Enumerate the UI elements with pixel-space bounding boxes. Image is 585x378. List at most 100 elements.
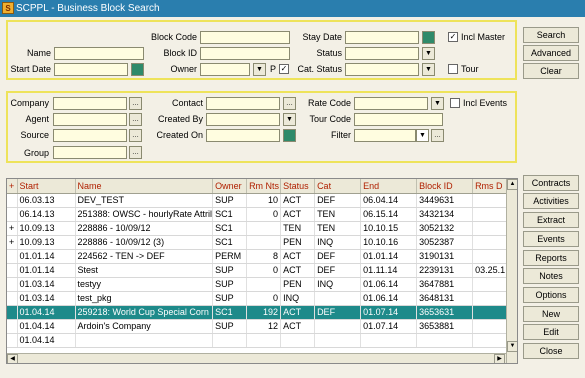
calendar-icon[interactable] xyxy=(283,129,296,142)
agent-input[interactable] xyxy=(53,113,127,126)
table-row[interactable]: +10.09.13 228886 - 10/09/12 (3) SC1 PEN INQ 1… xyxy=(7,235,509,250)
reports-button[interactable]: Reports xyxy=(523,250,579,266)
col-rm-nts[interactable]: Rm Nts xyxy=(246,179,282,194)
stay-date-input[interactable] xyxy=(345,31,419,44)
events-button[interactable]: Events xyxy=(523,231,579,247)
cell-name: 224562 - TEN -> DEF xyxy=(75,249,214,264)
col-end[interactable]: End xyxy=(360,179,418,194)
extract-button[interactable]: Extract xyxy=(523,212,579,228)
cell-start: 06.14.13 xyxy=(17,207,76,222)
cell-status: PEN xyxy=(280,277,316,292)
cell-block-id: 3432134 xyxy=(416,207,474,222)
cell-status: ACT xyxy=(280,207,316,222)
cell-name: testyy xyxy=(75,277,214,292)
cell-expand xyxy=(7,207,18,222)
col-owner[interactable]: Owner xyxy=(212,179,248,194)
col-block-id[interactable]: Block ID xyxy=(416,179,474,194)
group-input[interactable] xyxy=(53,146,127,159)
edit-button[interactable]: Edit xyxy=(523,324,579,340)
new-button[interactable]: New xyxy=(523,306,579,322)
vertical-scrollbar[interactable]: ▲ ▼ xyxy=(506,179,517,363)
stay-date-label: Stay Date xyxy=(302,32,342,42)
search-button[interactable]: Search xyxy=(523,27,579,43)
table-row[interactable]: 01.04.14 Ardoin's Company SUP 12 ACT 01.07.14… xyxy=(7,319,509,334)
cell-rms-d: 03.25.1 xyxy=(472,263,509,278)
cell-end: 06.04.14 xyxy=(360,193,418,208)
cell-block-id: 3052132 xyxy=(416,221,474,236)
col-status[interactable]: Status xyxy=(280,179,316,194)
group-label: Group xyxy=(23,148,49,158)
table-row[interactable]: 01.03.14 testyy SUP PEN INQ 01.06.14 3647881 xyxy=(7,277,509,292)
close-button[interactable]: Close xyxy=(523,343,579,359)
cell-cat: TEN xyxy=(314,221,362,236)
cell-block-id: 3190131 xyxy=(416,249,474,264)
cell-name: 228886 - 10/09/12 (3) xyxy=(75,235,214,250)
owner-input[interactable] xyxy=(200,63,250,76)
activities-button[interactable]: Activities xyxy=(523,193,579,209)
table-row[interactable]: 06.03.13 DEV_TEST SUP 10 ACT DEF 06.04.14 34496… xyxy=(7,193,509,208)
table-row[interactable]: 06.14.13 251388: OWSC - hourlyRate Attril… xyxy=(7,207,509,222)
table-row[interactable]: 01.03.14 test_pkg SUP 0 INQ 01.06.14 3648131 xyxy=(7,291,509,306)
cell-rms-d xyxy=(472,249,509,264)
cat-status-input[interactable] xyxy=(345,63,419,76)
table-row[interactable]: 01.01.14 Stest SUP 0 ACT DEF 01.11.14 2239131 03… xyxy=(7,263,509,278)
dropdown-arrow-icon[interactable]: ▼ xyxy=(422,47,435,60)
cell-owner: SUP xyxy=(212,263,248,278)
table-row[interactable]: 01.04.14 259218: World Cup Special Corn SC… xyxy=(7,305,509,320)
table-row[interactable]: 01.04.14 xyxy=(7,333,509,348)
cell-end: 01.01.14 xyxy=(360,249,418,264)
contact-input[interactable] xyxy=(206,97,280,110)
table-row[interactable]: 01.01.14 224562 - TEN -> DEF PERM 8 ACT DEF 01… xyxy=(7,249,509,264)
cell-status: PEN xyxy=(280,235,316,250)
col-rms-d[interactable]: Rms D xyxy=(472,179,509,194)
options-button[interactable]: Options xyxy=(523,287,579,303)
scroll-left-icon[interactable]: ◀ xyxy=(7,354,18,363)
cell-start: 01.04.14 xyxy=(17,333,76,348)
dropdown-arrow-icon[interactable]: ▼ xyxy=(283,113,296,126)
scroll-right-icon[interactable]: ▶ xyxy=(494,354,505,363)
created-on-input[interactable] xyxy=(206,129,280,142)
incl-events-checkbox[interactable] xyxy=(450,98,460,108)
cell-cat: TEN xyxy=(314,207,362,222)
dropdown-arrow-icon[interactable]: ▼ xyxy=(416,129,429,142)
dropdown-arrow-icon[interactable]: ▼ xyxy=(422,63,435,76)
owner-p-checkbox[interactable]: ✓ xyxy=(279,64,289,74)
source-input[interactable] xyxy=(53,129,127,142)
block-code-input[interactable] xyxy=(200,31,290,44)
clear-button[interactable]: Clear xyxy=(523,63,579,79)
dropdown-arrow-icon[interactable]: ▼ xyxy=(431,97,444,110)
ellipsis-icon[interactable]: … xyxy=(129,146,142,159)
scroll-up-icon[interactable]: ▲ xyxy=(507,179,517,190)
rate-code-input[interactable] xyxy=(354,97,428,110)
status-input[interactable] xyxy=(345,47,419,60)
block-id-input[interactable] xyxy=(200,47,290,60)
incl-master-checkbox[interactable]: ✓ xyxy=(448,32,458,42)
table-header: + Start Name Owner Rm Nts Status Cat End… xyxy=(7,179,509,194)
dropdown-arrow-icon[interactable]: ▼ xyxy=(253,63,266,76)
cell-owner: PERM xyxy=(212,249,248,264)
tour-code-input[interactable] xyxy=(354,113,443,126)
scroll-down-icon[interactable]: ▼ xyxy=(507,341,517,352)
advanced-button[interactable]: Advanced xyxy=(523,45,579,61)
col-name[interactable]: Name xyxy=(75,179,214,194)
created-by-input[interactable] xyxy=(206,113,280,126)
col-start[interactable]: Start xyxy=(17,179,76,194)
col-cat[interactable]: Cat xyxy=(314,179,362,194)
notes-button[interactable]: Notes xyxy=(523,268,579,284)
company-input[interactable] xyxy=(53,97,127,110)
start-date-input[interactable] xyxy=(54,63,128,76)
ellipsis-icon[interactable]: … xyxy=(283,97,296,110)
window-title: SCPPL - Business Block Search xyxy=(16,3,160,14)
contact-label: Contact xyxy=(171,98,203,108)
tour-checkbox[interactable] xyxy=(448,64,458,74)
col-expand[interactable]: + xyxy=(7,179,18,194)
contracts-button[interactable]: Contracts xyxy=(523,175,579,191)
results-grid[interactable]: + Start Name Owner Rm Nts Status Cat End… xyxy=(6,178,518,364)
table-row[interactable]: +10.09.13 228886 - 10/09/12 SC1 TEN TEN 10.10… xyxy=(7,221,509,236)
ellipsis-icon[interactable]: … xyxy=(431,129,444,142)
cell-owner: SC1 xyxy=(212,235,248,250)
horizontal-scrollbar[interactable]: ◀ ▶ xyxy=(7,353,506,363)
filter-select[interactable] xyxy=(354,129,416,142)
calendar-icon[interactable] xyxy=(422,31,435,44)
cell-end: 01.11.14 xyxy=(360,263,418,278)
